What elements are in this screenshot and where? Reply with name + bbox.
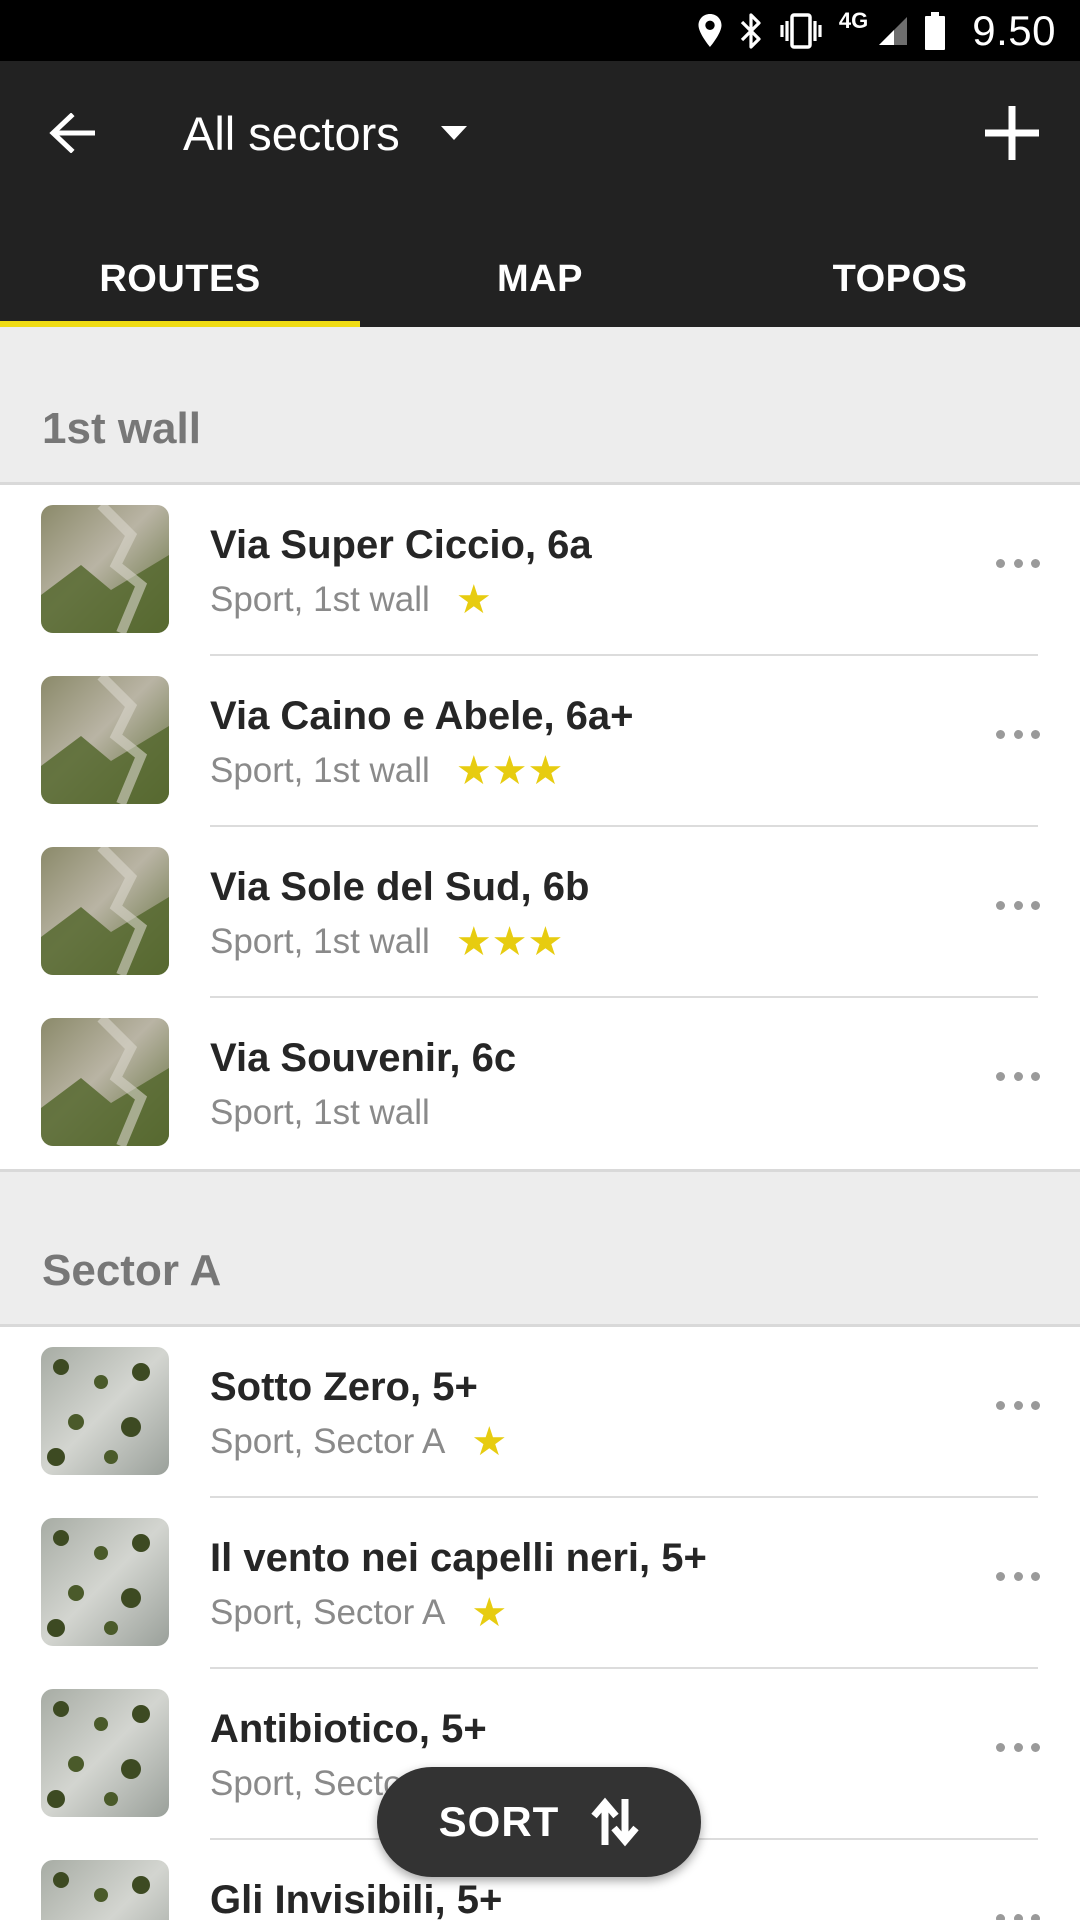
caret-down-icon: [440, 126, 467, 140]
route-subtitle: Sport, Sector A: [210, 1422, 446, 1461]
more-options-icon[interactable]: [996, 1395, 1040, 1415]
route-text: Via Caino e Abele, 6a+ Sport, 1st wall ★…: [210, 694, 960, 791]
route-item[interactable]: Via Caino e Abele, 6a+ Sport, 1st wall ★…: [0, 656, 1080, 827]
routes-list-view[interactable]: 1st wall Via Super Ciccio, 6a Sport, 1st…: [0, 327, 1080, 1920]
route-rating-stars: ★: [471, 1420, 508, 1464]
route-meta: Sport, 1st wall ★★★: [210, 922, 960, 962]
route-text: Gli Invisibili, 5+: [210, 1878, 960, 1920]
clock-time: 9.50: [972, 6, 1056, 54]
location-icon: [698, 13, 722, 47]
app-bar: All sectors ROUTES MAP TOPOS: [0, 61, 1080, 327]
route-subtitle: Sport, 1st wall: [210, 751, 430, 790]
signal-icon: [879, 16, 908, 45]
route-text: Via Souvenir, 6c Sport, 1st wall: [210, 1036, 960, 1133]
bluetooth-icon: [740, 12, 761, 49]
route-thumbnail: [41, 676, 169, 804]
status-icons: 4G 9.50: [697, 0, 1056, 61]
more-options-icon[interactable]: [996, 1066, 1040, 1086]
route-meta: Sport, Sector A ★: [210, 1593, 960, 1633]
tab-bar: ROUTES MAP TOPOS: [0, 258, 1080, 327]
route-subtitle: Sport, 1st wall: [210, 580, 430, 619]
route-item[interactable]: Il vento nei capelli neri, 5+ Sport, Sec…: [0, 1498, 1080, 1669]
route-name: Sotto Zero, 5+: [210, 1365, 478, 1409]
route-rating-stars: ★: [471, 1591, 508, 1635]
route-text: Sotto Zero, 5+ Sport, Sector A ★: [210, 1365, 960, 1462]
more-options-icon[interactable]: [996, 1908, 1040, 1920]
route-item[interactable]: Sotto Zero, 5+ Sport, Sector A ★: [0, 1327, 1080, 1498]
vibrate-icon: [780, 12, 822, 49]
section-header: 1st wall: [0, 327, 1080, 485]
route-thumbnail: [41, 847, 169, 975]
route-name: Via Caino e Abele, 6a+: [210, 694, 634, 738]
route-item[interactable]: Via Souvenir, 6c Sport, 1st wall: [0, 998, 1080, 1169]
sector-dropdown[interactable]: All sectors: [183, 99, 468, 167]
sector-dropdown-label: All sectors: [183, 106, 400, 160]
route-meta: Sport, 1st wall ★: [210, 580, 960, 620]
route-subtitle: Sport, 1st wall: [210, 922, 430, 961]
route-item[interactable]: Via Sole del Sud, 6b Sport, 1st wall ★★★: [0, 827, 1080, 998]
sort-arrows-icon: [591, 1797, 639, 1847]
route-name: Via Super Ciccio, 6a: [210, 523, 592, 567]
route-meta: Sport, 1st wall ★★★: [210, 751, 960, 791]
more-options-icon[interactable]: [996, 1737, 1040, 1757]
route-subtitle: Sport, 1st wall: [210, 1093, 430, 1132]
battery-icon: [925, 11, 946, 50]
more-options-icon[interactable]: [996, 724, 1040, 744]
route-name: Il vento nei capelli neri, 5+: [210, 1536, 707, 1580]
route-item[interactable]: Via Super Ciccio, 6a Sport, 1st wall ★: [0, 485, 1080, 656]
tab-map[interactable]: MAP: [360, 258, 720, 327]
tab-topos-label: TOPOS: [832, 258, 968, 300]
route-rating-stars: ★★★: [455, 920, 564, 964]
back-button[interactable]: [44, 105, 100, 161]
route-name: Antibiotico, 5+: [210, 1707, 487, 1751]
route-subtitle: Sport, Sector A: [210, 1593, 446, 1632]
route-thumbnail: [41, 505, 169, 633]
route-text: Il vento nei capelli neri, 5+ Sport, Sec…: [210, 1536, 960, 1633]
tab-topos[interactable]: TOPOS: [720, 258, 1080, 327]
tab-map-label: MAP: [497, 258, 583, 300]
route-text: Via Sole del Sud, 6b Sport, 1st wall ★★★: [210, 865, 960, 962]
route-thumbnail: [41, 1689, 169, 1817]
route-thumbnail: [41, 1518, 169, 1646]
section-title: Sector A: [42, 1246, 222, 1295]
plus-icon: [985, 106, 1039, 160]
tab-routes[interactable]: ROUTES: [0, 258, 360, 327]
route-name: Via Souvenir, 6c: [210, 1036, 517, 1080]
route-text: Via Super Ciccio, 6a Sport, 1st wall ★: [210, 523, 960, 620]
arrow-left-icon: [49, 113, 95, 153]
route-name: Gli Invisibili, 5+: [210, 1878, 503, 1920]
sort-button[interactable]: SORT: [377, 1767, 701, 1877]
route-thumbnail: [41, 1018, 169, 1146]
route-name: Via Sole del Sud, 6b: [210, 865, 590, 909]
network-type-label: 4G: [838, 7, 869, 33]
section-header: Sector A: [0, 1169, 1080, 1327]
route-rating-stars: ★★★: [455, 749, 564, 793]
status-bar: 4G 9.50: [0, 0, 1080, 61]
route-thumbnail: [41, 1860, 169, 1920]
more-options-icon[interactable]: [996, 895, 1040, 915]
route-thumbnail: [41, 1347, 169, 1475]
more-options-icon[interactable]: [996, 1566, 1040, 1586]
more-options-icon[interactable]: [996, 553, 1040, 573]
route-meta: Sport, Sector A ★: [210, 1422, 960, 1462]
section-title: 1st wall: [42, 404, 201, 453]
route-rating-stars: ★: [455, 578, 492, 622]
add-button[interactable]: [980, 101, 1044, 165]
route-list: Via Super Ciccio, 6a Sport, 1st wall ★ V…: [0, 485, 1080, 1169]
tab-routes-label: ROUTES: [99, 258, 261, 300]
route-meta: Sport, 1st wall: [210, 1093, 960, 1133]
sort-button-label: SORT: [438, 1798, 560, 1845]
